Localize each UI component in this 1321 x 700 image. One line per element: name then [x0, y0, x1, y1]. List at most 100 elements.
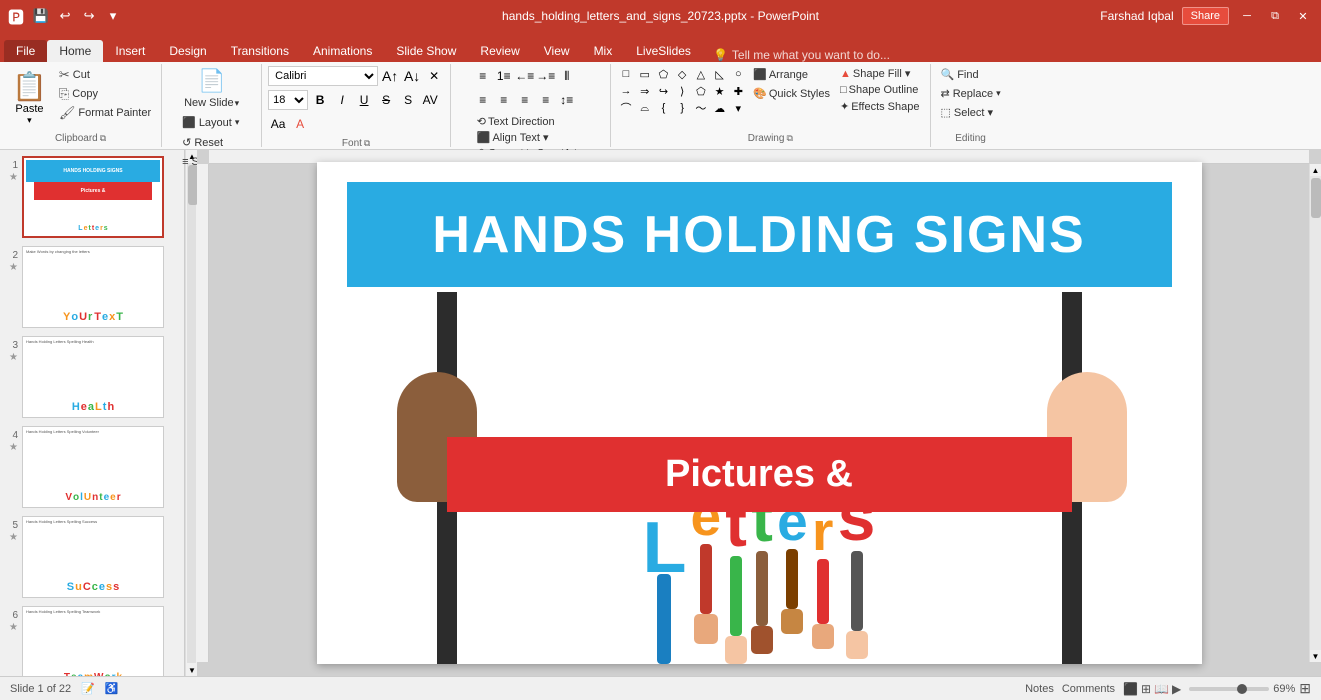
- font-label[interactable]: Font ⧉: [342, 136, 370, 150]
- align-text-button[interactable]: ⬛ Align Text ▾: [473, 130, 589, 145]
- shape-cross[interactable]: ✚: [729, 83, 747, 99]
- canvas-scroll-down[interactable]: ▼: [1310, 650, 1321, 662]
- slide-thumb-1[interactable]: 1 ★ HANDS HOLDING SIGNS Pictures & Lette…: [4, 154, 180, 240]
- shadow-button[interactable]: S: [398, 90, 418, 110]
- tab-review[interactable]: Review: [468, 40, 531, 62]
- slide-thumb-4[interactable]: 4 ★ Hands Holding Letters Spelling Volun…: [4, 424, 180, 510]
- increase-indent-button[interactable]: →≡: [536, 66, 556, 86]
- share-button[interactable]: Share: [1182, 7, 1229, 25]
- select-button[interactable]: ⬚ Select ▾: [937, 104, 1005, 121]
- zoom-thumb[interactable]: [1237, 684, 1247, 694]
- shape-fill-button[interactable]: ▲ Shape Fill ▾: [836, 66, 924, 81]
- char-spacing-button[interactable]: AV: [420, 90, 440, 110]
- numbering-button[interactable]: 1≡: [494, 66, 514, 86]
- cut-button[interactable]: ✂ Cut: [55, 66, 155, 84]
- shape-more[interactable]: ⌒: [617, 100, 635, 116]
- justify-button[interactable]: ≡: [536, 90, 556, 110]
- underline-button[interactable]: U: [354, 90, 374, 110]
- shape-ellipse[interactable]: ○: [729, 66, 747, 82]
- quick-styles-button[interactable]: 🎨 Quick Styles: [749, 85, 834, 102]
- paste-button[interactable]: 📋 Paste ▾: [6, 66, 53, 130]
- slide-thumb-6[interactable]: 6 ★ Hands Holding Letters Spelling Teamw…: [4, 604, 180, 676]
- save-button[interactable]: 💾: [30, 5, 52, 27]
- canvas-scroll-thumb[interactable]: [1311, 178, 1321, 218]
- slide-thumb-3[interactable]: 3 ★ Hands Holding Letters Spelling Healt…: [4, 334, 180, 420]
- close-button[interactable]: ✕: [1293, 6, 1313, 26]
- slide-thumb-5[interactable]: 5 ★ Hands Holding Letters Spelling Succe…: [4, 514, 180, 600]
- shape-arrow-2[interactable]: ⇒: [636, 83, 654, 99]
- shape-rounded-rect[interactable]: ▭: [636, 66, 654, 82]
- align-center-button[interactable]: ≡: [494, 90, 514, 110]
- tell-me-input[interactable]: Tell me what you want to do...: [732, 48, 890, 62]
- tab-mix[interactable]: Mix: [582, 40, 625, 62]
- layout-dropdown-icon[interactable]: ▾: [235, 117, 240, 128]
- align-left-button[interactable]: ≡: [473, 90, 493, 110]
- new-slide-button[interactable]: 📄 New Slide ▾: [176, 66, 247, 111]
- drawing-label[interactable]: Drawing ⧉: [748, 131, 793, 145]
- slide-sorter-button[interactable]: ⊞: [1141, 682, 1151, 696]
- italic-button[interactable]: I: [332, 90, 352, 110]
- customize-qat-button[interactable]: ▾: [102, 5, 124, 27]
- decrease-font-size-button[interactable]: A↓: [402, 66, 422, 86]
- decrease-indent-button[interactable]: ←≡: [515, 66, 535, 86]
- tab-animations[interactable]: Animations: [301, 40, 384, 62]
- canvas-scrollbar[interactable]: ▲ ▼: [1309, 164, 1321, 662]
- replace-button[interactable]: ⇄ Replace ▾: [937, 85, 1005, 102]
- copy-button[interactable]: ⎘ Copy: [55, 85, 155, 103]
- zoom-slider[interactable]: [1189, 687, 1269, 691]
- notes-button[interactable]: Notes: [1025, 683, 1054, 695]
- tab-file[interactable]: File: [4, 40, 47, 62]
- shape-star[interactable]: ★: [711, 83, 729, 99]
- shape-effects-button[interactable]: ✦ Effects Shape: [836, 99, 924, 114]
- canvas-scroll-up[interactable]: ▲: [1310, 164, 1321, 176]
- columns-button[interactable]: ⫴: [557, 66, 577, 86]
- shape-triangle[interactable]: △: [692, 66, 710, 82]
- slideshow-button[interactable]: ▶: [1172, 682, 1181, 696]
- tab-insert[interactable]: Insert: [103, 40, 157, 62]
- shape-chevron[interactable]: ⟩: [673, 83, 691, 99]
- tab-transitions[interactable]: Transitions: [219, 40, 301, 62]
- shape-right-triangle[interactable]: ◺: [711, 66, 729, 82]
- font-name-select[interactable]: Calibri: [268, 66, 378, 86]
- reading-view-button[interactable]: 📖: [1154, 682, 1169, 696]
- shape-snip-rect[interactable]: ⬠: [655, 66, 673, 82]
- shape-rect[interactable]: □: [617, 66, 635, 82]
- tab-design[interactable]: Design: [157, 40, 218, 62]
- shape-arc[interactable]: ⌓: [636, 100, 654, 116]
- slide-thumb-2[interactable]: 2 ★ Make Words by changing the letters Y…: [4, 244, 180, 330]
- bold-button[interactable]: B: [310, 90, 330, 110]
- find-button[interactable]: 🔍 Find: [937, 66, 1005, 83]
- bullets-button[interactable]: ≡: [473, 66, 493, 86]
- shape-arrow-1[interactable]: →: [617, 83, 635, 99]
- new-slide-dropdown-icon[interactable]: ▾: [235, 98, 240, 109]
- redo-button[interactable]: ↪: [78, 5, 100, 27]
- restore-button[interactable]: ⧉: [1265, 6, 1285, 26]
- change-case-button[interactable]: Aa: [268, 114, 288, 134]
- tab-liveslides[interactable]: LiveSlides: [624, 40, 703, 62]
- minimize-button[interactable]: ─: [1237, 6, 1257, 26]
- shape-bracket[interactable]: {: [655, 100, 673, 116]
- normal-view-button[interactable]: ⬛: [1123, 682, 1138, 696]
- font-size-select[interactable]: 18: [268, 90, 308, 110]
- shapes-dropdown[interactable]: ▾: [729, 100, 747, 116]
- shape-pentagon[interactable]: ⬠: [692, 83, 710, 99]
- comments-button[interactable]: Comments: [1062, 683, 1115, 695]
- shape-wave[interactable]: 〜: [692, 100, 710, 116]
- reset-button[interactable]: ↺ Reset: [176, 134, 247, 151]
- line-spacing-button[interactable]: ↕≡: [557, 90, 577, 110]
- layout-button[interactable]: ⬛ Layout ▾: [176, 114, 247, 131]
- shape-brace[interactable]: }: [673, 100, 691, 116]
- fit-to-window-button[interactable]: ⊞: [1299, 680, 1311, 697]
- clipboard-label[interactable]: Clipboard ⧉: [55, 131, 106, 145]
- shape-bent-arrow[interactable]: ↪: [655, 83, 673, 99]
- shape-outline-button[interactable]: □ Shape Outline: [836, 83, 924, 97]
- replace-dropdown-icon[interactable]: ▾: [996, 88, 1001, 99]
- shape-cloud[interactable]: ☁: [711, 100, 729, 116]
- shape-diamond[interactable]: ◇: [673, 66, 691, 82]
- undo-button[interactable]: ↩: [54, 5, 76, 27]
- format-painter-button[interactable]: 🖌 Format Painter: [55, 104, 155, 122]
- arrange-button[interactable]: ⬛ Arrange: [749, 66, 834, 83]
- editing-label[interactable]: Editing: [955, 131, 986, 145]
- tell-me-area[interactable]: 💡 Tell me what you want to do...: [713, 48, 890, 62]
- tab-view[interactable]: View: [532, 40, 582, 62]
